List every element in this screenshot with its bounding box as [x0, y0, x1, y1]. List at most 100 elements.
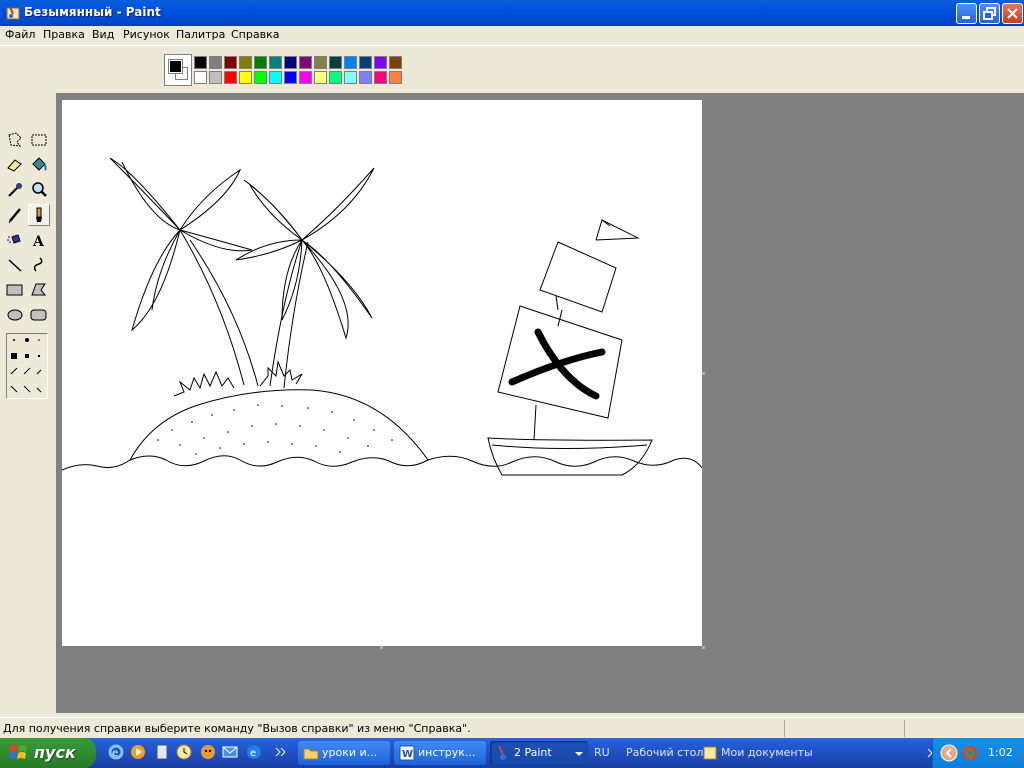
- color-swatch[interactable]: [329, 71, 342, 84]
- folder-icon: [303, 748, 319, 760]
- media-player-icon[interactable]: [130, 744, 146, 760]
- color-swatch[interactable]: [329, 56, 342, 69]
- airbrush-tool[interactable]: [4, 229, 26, 251]
- clock[interactable]: 1:02: [988, 746, 1013, 759]
- maximize-button[interactable]: [979, 3, 1000, 24]
- color-swatch[interactable]: [194, 56, 207, 69]
- free-select-tool[interactable]: [4, 129, 26, 151]
- color-swatch[interactable]: [344, 71, 357, 84]
- menu-view[interactable]: Вид: [92, 28, 114, 41]
- color-swatch[interactable]: [269, 56, 282, 69]
- restore-icon: [983, 7, 996, 20]
- curve-tool[interactable]: [28, 254, 50, 276]
- desktop-toolbar-link[interactable]: Рабочий стол: [626, 746, 703, 759]
- menu-image[interactable]: Рисунок: [123, 28, 170, 41]
- color-swatch[interactable]: [239, 71, 252, 84]
- messenger-icon[interactable]: e: [246, 744, 262, 760]
- window-title: Безымянный - Paint: [24, 5, 161, 19]
- color-swatch[interactable]: [299, 56, 312, 69]
- color-swatch[interactable]: [359, 56, 372, 69]
- rounded-rectangle-tool[interactable]: [28, 304, 50, 326]
- game-icon[interactable]: [200, 744, 216, 760]
- my-documents-icon[interactable]: [702, 745, 718, 761]
- task-button-label: инструк...: [418, 746, 476, 759]
- show-more-icon[interactable]: [272, 744, 288, 760]
- eraser-tool[interactable]: [4, 154, 26, 176]
- color-swatch[interactable]: [224, 71, 237, 84]
- line-tool[interactable]: [4, 254, 26, 276]
- color-swatch[interactable]: [344, 56, 357, 69]
- color-swatch[interactable]: [224, 56, 237, 69]
- language-indicator[interactable]: RU: [594, 746, 610, 759]
- resize-handle-right[interactable]: [702, 372, 705, 375]
- color-swatch[interactable]: [299, 71, 312, 84]
- curve-icon: [33, 257, 43, 272]
- rect-select-tool[interactable]: [28, 129, 50, 151]
- start-label: пуск: [34, 743, 76, 762]
- paint-bucket-icon: [32, 157, 47, 171]
- close-button[interactable]: [1002, 3, 1023, 24]
- color-swatch[interactable]: [269, 71, 282, 84]
- rectangle-tool[interactable]: [4, 279, 26, 301]
- color-swatch[interactable]: [374, 56, 387, 69]
- foreground-color-swatch[interactable]: [168, 59, 183, 74]
- color-swatch[interactable]: [254, 56, 267, 69]
- fill-tool[interactable]: [28, 154, 50, 176]
- brush-shape-options[interactable]: [6, 333, 48, 399]
- brush-tool[interactable]: [28, 204, 50, 226]
- title-bar[interactable]: Безымянный - Paint: [0, 0, 1024, 26]
- task-button-folder[interactable]: уроки и...: [298, 741, 390, 765]
- task-button-label: 2 Paint: [514, 746, 552, 759]
- system-tray: 1:02: [932, 738, 1024, 768]
- show-hidden-icons-icon[interactable]: [940, 744, 958, 762]
- color-swatch[interactable]: [239, 56, 252, 69]
- color-swatch[interactable]: [389, 71, 402, 84]
- minimize-button[interactable]: [956, 3, 977, 24]
- status-bar: Для получения справки выберите команду "…: [0, 717, 1024, 739]
- resize-handle-bottom[interactable]: [380, 646, 383, 649]
- ellipse-tool[interactable]: [4, 304, 26, 326]
- color-swatch[interactable]: [359, 71, 372, 84]
- mail-icon[interactable]: [222, 744, 238, 760]
- menu-bar: Файл Правка Вид Рисунок Палитра Справка: [0, 26, 1024, 45]
- taskbar: пуск e e уроки и... W инструк... 2 Paint…: [0, 738, 1024, 768]
- color-swatch[interactable]: [374, 71, 387, 84]
- menu-help[interactable]: Справка: [231, 28, 279, 41]
- windows-logo-icon: [9, 745, 27, 759]
- polygon-tool[interactable]: [28, 279, 50, 301]
- rounded-rectangle-icon: [30, 309, 47, 321]
- my-documents-link[interactable]: Мои документы: [721, 746, 813, 759]
- status-text: Для получения справки выберите команду "…: [3, 722, 471, 735]
- color-swatch[interactable]: [389, 56, 402, 69]
- island-pirate-ship-drawing: [61, 157, 703, 476]
- clock-icon[interactable]: [176, 744, 192, 760]
- menu-edit[interactable]: Правка: [43, 28, 85, 41]
- svg-text:e: e: [112, 748, 118, 759]
- color-swatch[interactable]: [194, 71, 207, 84]
- pencil-tool[interactable]: [4, 204, 26, 226]
- document-icon[interactable]: [154, 744, 170, 760]
- drawing-canvas[interactable]: [61, 100, 703, 646]
- color-swatch[interactable]: [314, 56, 327, 69]
- start-button[interactable]: пуск: [0, 738, 96, 768]
- resize-handle-corner[interactable]: [702, 646, 705, 649]
- text-tool[interactable]: A: [28, 229, 50, 251]
- color-swatch[interactable]: [284, 56, 297, 69]
- color-swatch[interactable]: [254, 71, 267, 84]
- color-swatch[interactable]: [209, 71, 222, 84]
- current-colors[interactable]: [164, 54, 192, 86]
- svg-text:W: W: [402, 749, 413, 760]
- color-swatch[interactable]: [284, 71, 297, 84]
- color-swatch[interactable]: [209, 56, 222, 69]
- internet-explorer-icon[interactable]: e: [108, 744, 124, 760]
- color-picker-tool[interactable]: [4, 179, 26, 201]
- menu-palette[interactable]: Палитра: [176, 28, 225, 41]
- magnifier-tool[interactable]: [28, 179, 50, 201]
- magnifier-icon: [32, 182, 47, 197]
- browser-tray-icon[interactable]: [961, 744, 979, 762]
- task-button-paint[interactable]: 2 Paint: [490, 741, 588, 765]
- status-separator: [904, 720, 905, 737]
- menu-file[interactable]: Файл: [5, 28, 35, 41]
- task-button-word[interactable]: W инструк...: [394, 741, 486, 765]
- color-swatch[interactable]: [314, 71, 327, 84]
